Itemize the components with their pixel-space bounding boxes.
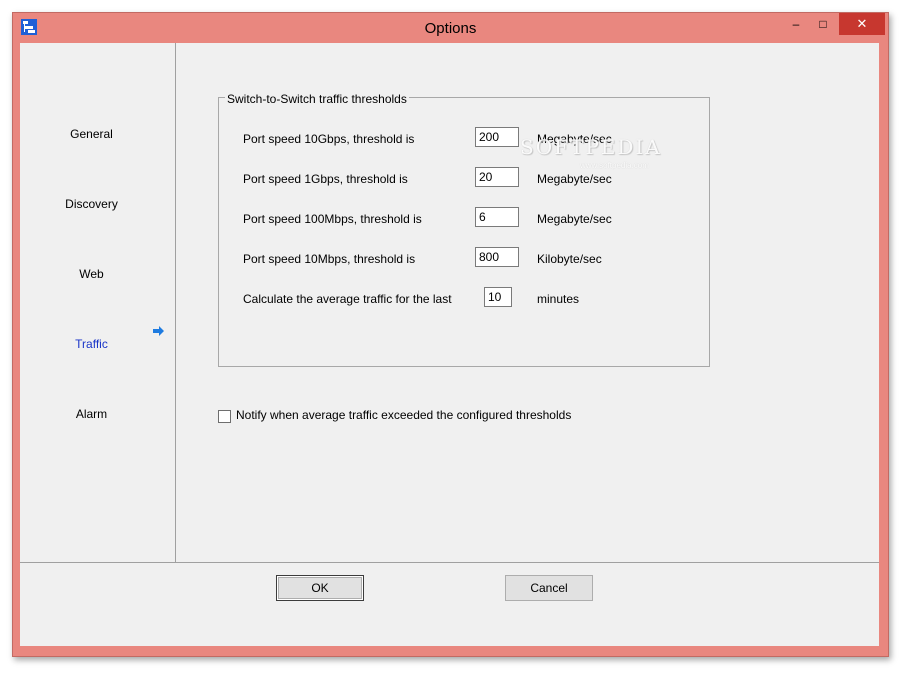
threshold-100mbps-label: Port speed 100Mbps, threshold is	[243, 212, 422, 226]
threshold-100mbps-input[interactable]	[475, 207, 519, 227]
maximize-button[interactable]: □	[810, 13, 836, 35]
threshold-10gbps-input[interactable]	[475, 127, 519, 147]
title-bar[interactable]: Options – □ ✕	[13, 13, 888, 43]
minimize-icon: –	[792, 17, 800, 31]
threshold-10gbps-label: Port speed 10Gbps, threshold is	[243, 132, 415, 146]
threshold-10mbps-input[interactable]	[475, 247, 519, 267]
watermark-url: www.softpedia.com	[580, 161, 649, 170]
threshold-100mbps-unit: Megabyte/sec	[537, 212, 612, 226]
sidebar-item-alarm[interactable]: Alarm	[20, 407, 163, 421]
options-window: Options – □ ✕ General Discovery Web Traf…	[12, 12, 889, 657]
thresholds-group-title: Switch-to-Switch traffic thresholds	[225, 92, 409, 106]
button-area-divider	[20, 562, 879, 563]
close-button[interactable]: ✕	[839, 13, 885, 35]
sidebar-item-web[interactable]: Web	[20, 267, 163, 281]
threshold-10mbps-label: Port speed 10Mbps, threshold is	[243, 252, 416, 266]
average-window-unit: minutes	[537, 292, 580, 306]
minimize-button[interactable]: –	[783, 13, 809, 35]
ok-button[interactable]: OK	[276, 575, 364, 601]
cancel-button[interactable]: Cancel	[505, 575, 593, 601]
threshold-1gbps-unit: Megabyte/sec	[537, 172, 612, 186]
window-title: Options	[424, 20, 477, 37]
notify-checkbox[interactable]	[218, 410, 231, 423]
sidebar-item-discovery[interactable]: Discovery	[20, 197, 163, 211]
threshold-1gbps-label: Port speed 1Gbps, threshold is	[243, 172, 408, 186]
average-window-input[interactable]	[484, 287, 512, 307]
notify-checkbox-label[interactable]: Notify when average traffic exceeded the…	[236, 408, 571, 422]
threshold-10mbps-unit: Kilobyte/sec	[537, 252, 602, 266]
close-icon: ✕	[856, 16, 868, 31]
average-window-label: Calculate the average traffic for the la…	[243, 292, 452, 306]
maximize-icon: □	[819, 17, 827, 31]
options-sidebar: General Discovery Web Traffic Alarm	[20, 43, 176, 562]
arrow-right-icon	[153, 326, 164, 336]
dialog-client-area: General Discovery Web Traffic Alarm Swit…	[20, 43, 879, 646]
sidebar-item-general[interactable]: General	[20, 127, 163, 141]
watermark: SOFTPEDIA	[520, 135, 662, 159]
sidebar-item-traffic[interactable]: Traffic	[20, 337, 163, 351]
threshold-1gbps-input[interactable]	[475, 167, 519, 187]
